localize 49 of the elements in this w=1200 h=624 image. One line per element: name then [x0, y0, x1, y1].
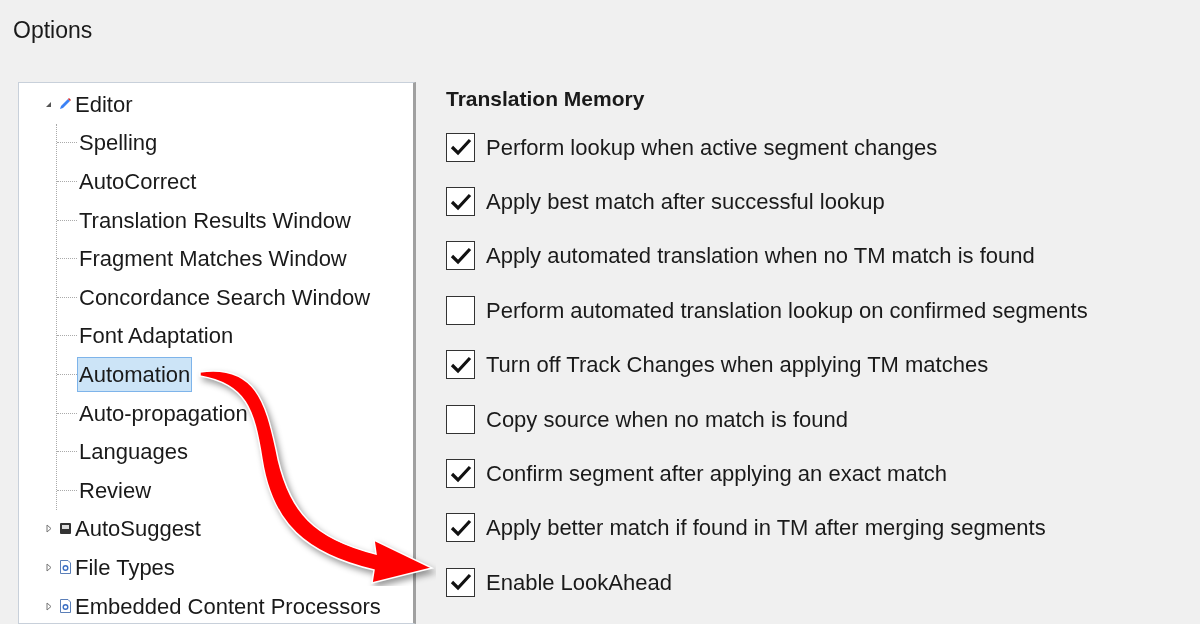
tree-item[interactable]: Editor	[74, 87, 134, 121]
tree-item[interactable]: Auto-propagation	[77, 395, 250, 431]
checkbox[interactable]	[446, 404, 475, 434]
checkmark-icon	[449, 191, 472, 212]
collapsed-triangle-icon[interactable]	[46, 524, 52, 534]
checkmark-icon	[449, 354, 472, 375]
checkbox[interactable]	[446, 295, 475, 325]
option-label: Perform lookup when active segment changes	[486, 133, 938, 162]
checkbox[interactable]	[446, 187, 475, 217]
section-heading: Translation Memory	[446, 86, 646, 113]
tree-item[interactable]: Translation Results Window	[77, 202, 353, 238]
checkbox[interactable]	[446, 241, 475, 271]
option-label: Apply automated translation when no TM match is found	[486, 242, 1035, 271]
tree-item[interactable]: Concordance Search Window	[77, 279, 373, 315]
pencil-icon	[58, 97, 72, 112]
window-title: Options	[13, 15, 93, 45]
checkmark-icon	[449, 463, 472, 484]
tree-item[interactable]: AutoCorrect	[77, 164, 199, 199]
tree-item[interactable]: Fragment Matches Window	[77, 241, 349, 277]
square-icon	[58, 522, 72, 536]
tree-item[interactable]: AutoSuggest	[74, 512, 202, 546]
option-label: Perform automated translation lookup on confirmed segments	[486, 296, 1088, 325]
tree-item[interactable]: Embedded Content Processors	[74, 589, 382, 623]
checkbox[interactable]	[446, 459, 475, 489]
option-label: Copy source when no match is found	[486, 405, 848, 434]
checkbox[interactable]	[446, 513, 475, 543]
tree-item[interactable]: Languages	[77, 434, 190, 470]
checkmark-icon	[449, 572, 472, 593]
checkbox[interactable]	[446, 132, 475, 162]
tree-item[interactable]: Font Adaptation	[77, 318, 236, 354]
option-label: Apply better match if found in TM after merging segments	[486, 514, 1046, 543]
collapsed-triangle-icon[interactable]	[46, 601, 52, 611]
tree-item[interactable]: Review	[77, 472, 154, 508]
option-label: Enable LookAhead	[486, 568, 672, 597]
tree-item[interactable]: Spelling	[77, 125, 160, 161]
checkbox[interactable]	[446, 567, 475, 597]
collapsed-triangle-icon[interactable]	[46, 562, 52, 572]
option-label: Turn off Track Changes when applying TM matches	[486, 351, 989, 380]
document-icon	[58, 560, 72, 575]
checkbox[interactable]	[446, 350, 475, 380]
checkmark-icon	[449, 137, 472, 158]
option-label: Confirm segment after applying an exact match	[486, 460, 947, 489]
tree-item[interactable]: Automation	[77, 356, 193, 392]
tree-item[interactable]: File Types	[74, 550, 176, 584]
option-label: Apply best match after successful lookup	[486, 188, 885, 217]
expanded-triangle-icon[interactable]	[45, 100, 52, 108]
checkmark-icon	[449, 517, 472, 538]
checkmark-icon	[449, 245, 472, 266]
document-icon	[58, 599, 72, 613]
